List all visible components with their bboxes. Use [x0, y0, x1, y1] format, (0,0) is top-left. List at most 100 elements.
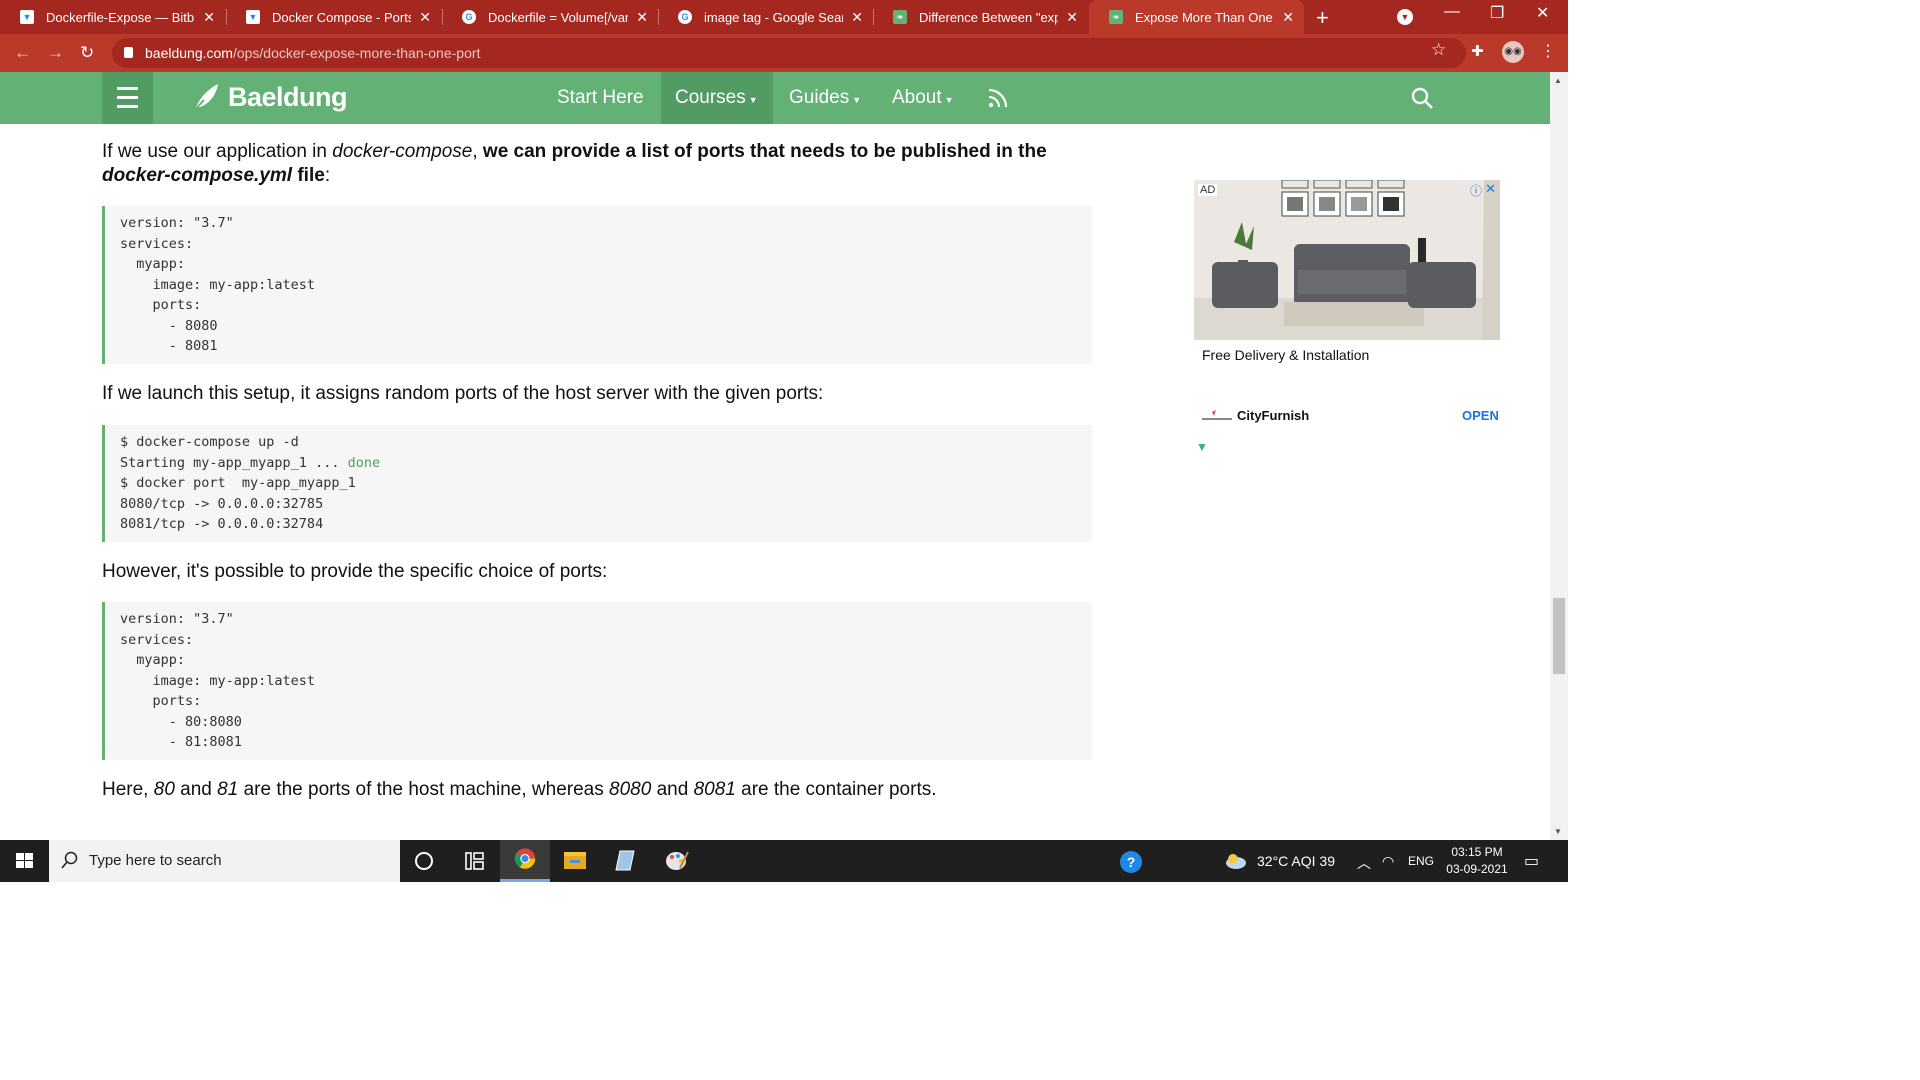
windows-taskbar: Type here to search ? 32°C AQI 39 ︿ ◠ EN…	[0, 840, 1568, 882]
bitbucket-icon: ▼	[246, 10, 260, 24]
nav-guides[interactable]: Guides ▼	[775, 72, 875, 124]
scroll-down-icon[interactable]: ▼	[1554, 827, 1562, 836]
nav-about[interactable]: About ▼	[878, 72, 968, 124]
ad-label: AD	[1198, 184, 1218, 196]
close-icon[interactable]: ✕	[1282, 9, 1294, 26]
new-tab-button[interactable]: +	[1316, 5, 1329, 31]
profile-avatar[interactable]: ◉◉	[1502, 41, 1524, 63]
forward-icon[interactable]: →	[47, 43, 64, 63]
emphasis: 80	[153, 779, 175, 800]
bold-text: we can provide a list of ports that need…	[482, 141, 1047, 162]
taskbar-clock[interactable]: 03:15 PM 03-09-2021	[1440, 844, 1514, 878]
scroll-up-icon[interactable]: ▲	[1554, 76, 1562, 85]
taskbar-search-box[interactable]: Type here to search	[49, 840, 400, 882]
caret-down-icon: ▼	[944, 95, 954, 105]
google-icon: G	[462, 10, 476, 24]
tray-chevron-icon[interactable]: ︿	[1357, 853, 1371, 873]
close-icon[interactable]: ✕	[851, 9, 863, 26]
notepad-app-icon[interactable]	[600, 840, 650, 882]
restore-icon[interactable]: ❐	[1490, 3, 1504, 23]
ad-close-icon[interactable]: ✕	[1485, 181, 1496, 197]
bold-emphasis: docker-compose.yml	[102, 165, 293, 186]
browser-tab-active[interactable]: ❧ Expose More Than One Por ✕	[1089, 0, 1304, 34]
paint-app-icon[interactable]	[650, 840, 700, 882]
search-icon[interactable]	[1410, 86, 1434, 110]
text: If we use our application in	[102, 141, 333, 162]
nav-label: Guides	[789, 87, 850, 108]
wifi-icon[interactable]: ◠	[1382, 853, 1394, 870]
text: are the ports of the host machine, where…	[238, 779, 610, 800]
tab-title: image tag - Google Search	[704, 9, 843, 25]
tab-search-icon[interactable]: ▼	[1397, 9, 1413, 25]
site-logo[interactable]: Baeldung	[228, 82, 348, 113]
browser-tab-strip: ▼ Dockerfile-Expose — Bitbuc ✕ ▼ Docker …	[0, 0, 1568, 34]
windows-start-icon[interactable]	[0, 840, 49, 882]
emphasis: 8081	[693, 779, 736, 800]
url-path: /ops/docker-expose-more-than-one-port	[232, 45, 481, 61]
site-header: Baeldung Start Here Courses ▼ Guides ▼ Abo…	[0, 72, 1550, 124]
weather-cloud-icon[interactable]	[1222, 840, 1250, 882]
nav-start-here[interactable]: Start Here	[543, 72, 658, 124]
paragraph: If we launch this setup, it assigns rand…	[102, 383, 824, 404]
nav-courses[interactable]: Courses ▼	[661, 72, 773, 124]
caret-down-icon: ▼	[748, 95, 758, 105]
notification-center-icon[interactable]: ▭	[1524, 851, 1539, 871]
code-block: $ docker-compose up -d Starting my-app_m…	[102, 425, 1092, 542]
hamburger-menu-icon[interactable]	[102, 72, 153, 124]
baeldung-icon: ❧	[1109, 10, 1123, 24]
browser-tab[interactable]: G image tag - Google Search ✕	[658, 0, 873, 34]
extensions-puzzle-icon[interactable]: ✚	[1471, 42, 1484, 60]
close-icon[interactable]: ✕	[636, 9, 648, 26]
url-text[interactable]: baeldung.com/ops/docker-expose-more-than…	[145, 45, 480, 61]
url-domain: baeldung.com	[145, 45, 233, 61]
text: :	[324, 165, 331, 186]
minimize-icon[interactable]: —	[1444, 3, 1460, 21]
baeldung-icon: ❧	[893, 10, 907, 24]
browser-tab[interactable]: G Dockerfile = Volume[/var/lib ✕	[442, 0, 658, 34]
close-icon[interactable]: ✕	[1066, 9, 1078, 26]
ad-brand-name[interactable]: CityFurnish	[1237, 408, 1309, 423]
cortana-icon[interactable]	[400, 840, 450, 882]
ad-network-icon[interactable]: ▼	[1196, 440, 1208, 454]
rss-icon[interactable]	[986, 86, 1010, 110]
tab-title: Dockerfile-Expose — Bitbuc	[46, 9, 196, 25]
svg-text:?: ?	[1127, 854, 1136, 870]
code-line: $ docker port my-app_myapp_1 8080/tcp ->…	[120, 475, 356, 532]
text: Here,	[102, 779, 154, 800]
reload-icon[interactable]: ↻	[80, 43, 94, 63]
baeldung-leaf-icon	[191, 84, 218, 114]
google-icon: G	[678, 10, 692, 24]
language-indicator[interactable]: ENG	[1408, 854, 1434, 868]
nav-label: About	[892, 87, 942, 108]
emphasis: 81	[217, 779, 239, 800]
ad-open-button[interactable]: OPEN	[1462, 408, 1499, 423]
ad-caption[interactable]: Free Delivery & Installation	[1202, 347, 1369, 363]
search-icon	[61, 851, 78, 869]
scrollbar-thumb[interactable]	[1553, 598, 1565, 674]
file-explorer-icon[interactable]	[550, 840, 600, 882]
close-icon[interactable]: ✕	[203, 9, 215, 26]
close-icon[interactable]: ✕	[419, 9, 431, 26]
ad-info-icon[interactable]: ⓘ	[1470, 182, 1482, 199]
browser-tab[interactable]: ▼ Docker Compose - Ports — ✕	[226, 0, 441, 34]
weather-text[interactable]: 32°C AQI 39	[1257, 853, 1335, 869]
code-block: version: "3.7" services: myapp: image: m…	[102, 206, 1092, 364]
browser-menu-icon[interactable]: ⋮	[1540, 41, 1556, 61]
browser-tab[interactable]: ▼ Dockerfile-Expose — Bitbuc ✕	[0, 0, 225, 34]
task-view-icon[interactable]	[450, 840, 500, 882]
browser-tab[interactable]: ❧ Difference Between "expose ✕	[873, 0, 1088, 34]
chrome-taskbar-icon[interactable]	[500, 840, 550, 882]
help-icon[interactable]: ?	[1110, 840, 1160, 882]
address-bar[interactable]: baeldung.com/ops/docker-expose-more-than…	[112, 38, 1466, 68]
window-close-icon[interactable]: ✕	[1536, 3, 1549, 23]
code-line: $ docker-compose up -d	[120, 434, 299, 450]
text: and	[174, 779, 218, 800]
page-scrollbar[interactable]: ▲ ▼	[1550, 72, 1568, 840]
browser-toolbar: ← → ↻ baeldung.com/ops/docker-expose-mor…	[0, 34, 1568, 72]
bold-text: file	[292, 165, 325, 186]
ad-banner[interactable]: AD ⓘ ✕	[1194, 180, 1500, 340]
bookmark-star-icon[interactable]: ☆	[1431, 40, 1446, 60]
back-icon[interactable]: ←	[14, 43, 31, 63]
clock-time: 03:15 PM	[1451, 845, 1503, 859]
caret-down-icon: ▼	[852, 95, 862, 105]
